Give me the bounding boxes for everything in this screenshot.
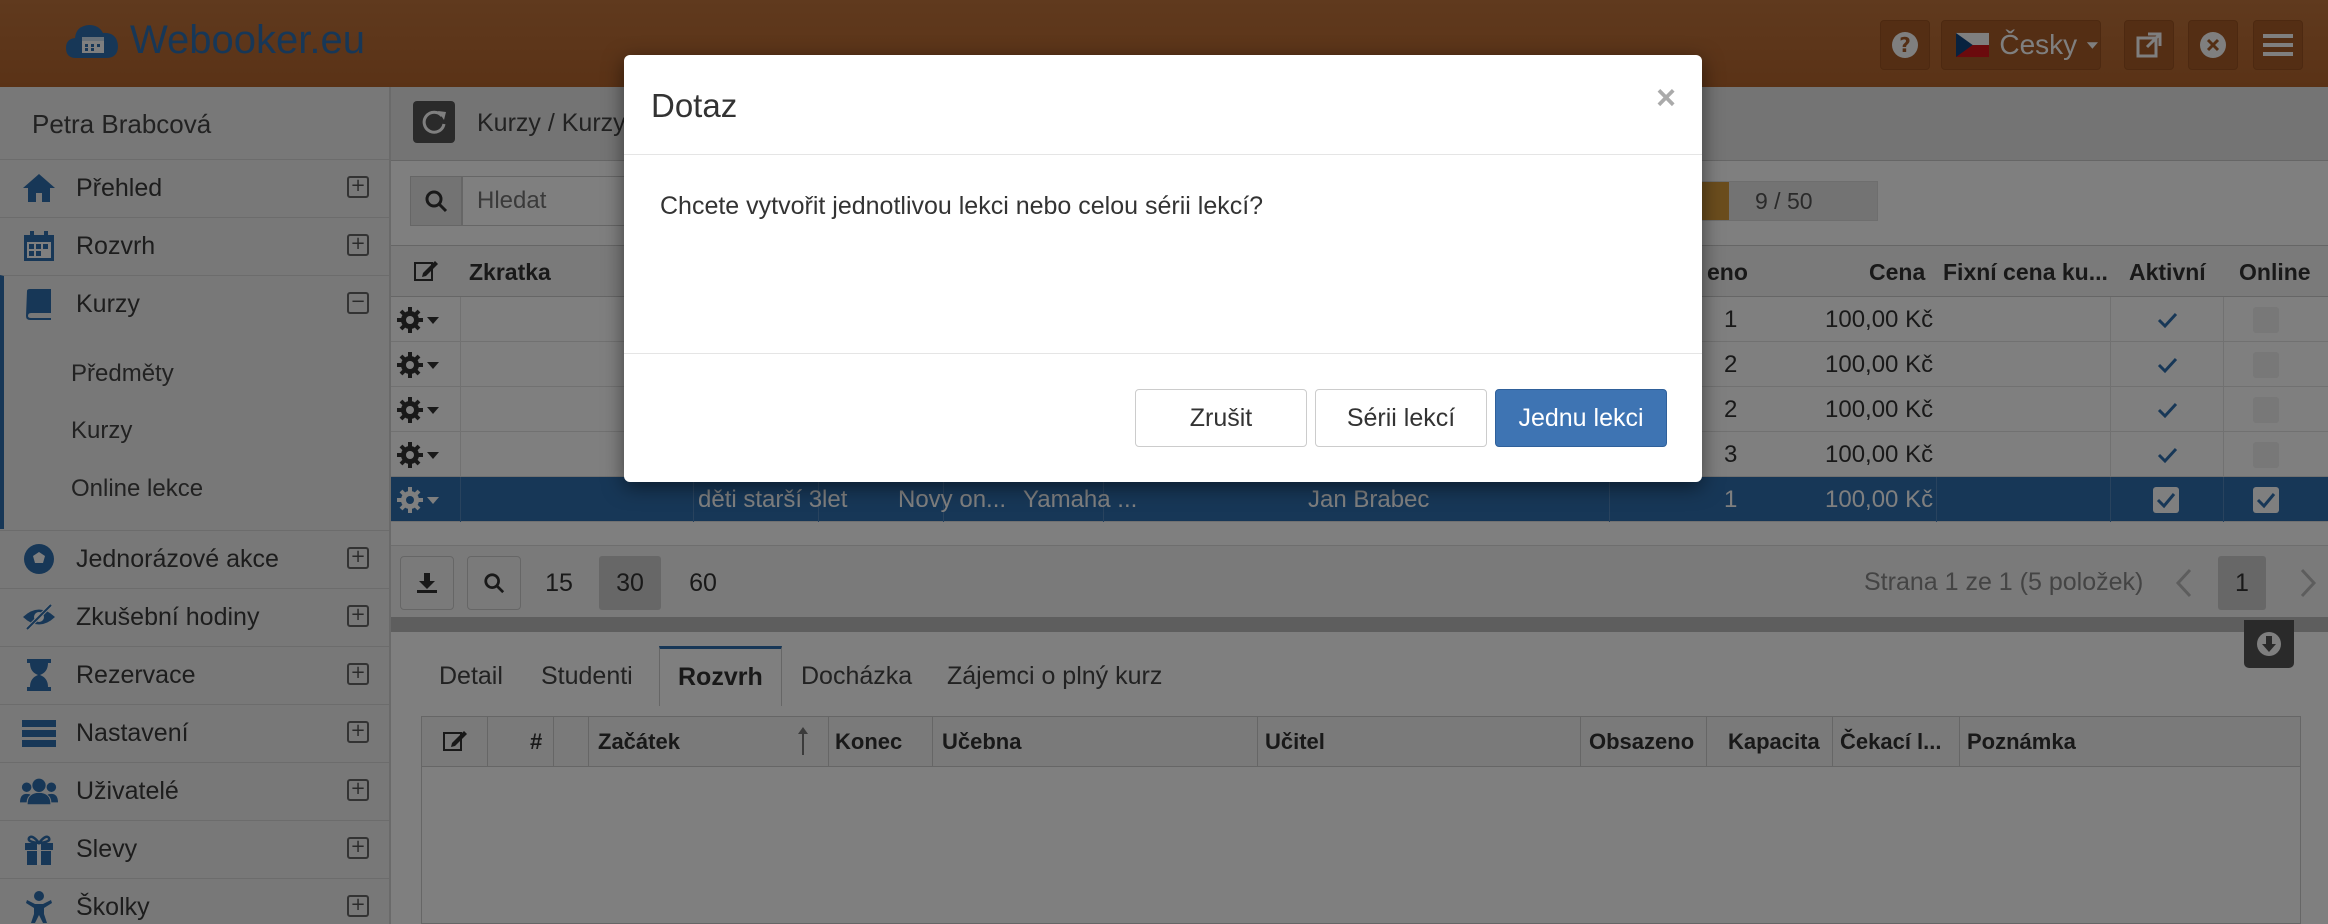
dialog-message: Chcete vytvořit jednotlivou lekci nebo c… [660,192,1264,220]
confirm-dialog: Dotaz × Chcete vytvořit jednotlivou lekc… [624,55,1702,482]
close-icon[interactable]: × [1656,79,1676,118]
series-button[interactable]: Sérii lekcí [1315,389,1487,447]
dialog-header: Dotaz × [624,55,1702,155]
dialog-footer: Zrušit Sérii lekcí Jednu lekci [624,353,1702,482]
single-lesson-button[interactable]: Jednu lekci [1495,389,1667,447]
dialog-title: Dotaz [651,87,738,124]
cancel-button[interactable]: Zrušit [1135,389,1307,447]
